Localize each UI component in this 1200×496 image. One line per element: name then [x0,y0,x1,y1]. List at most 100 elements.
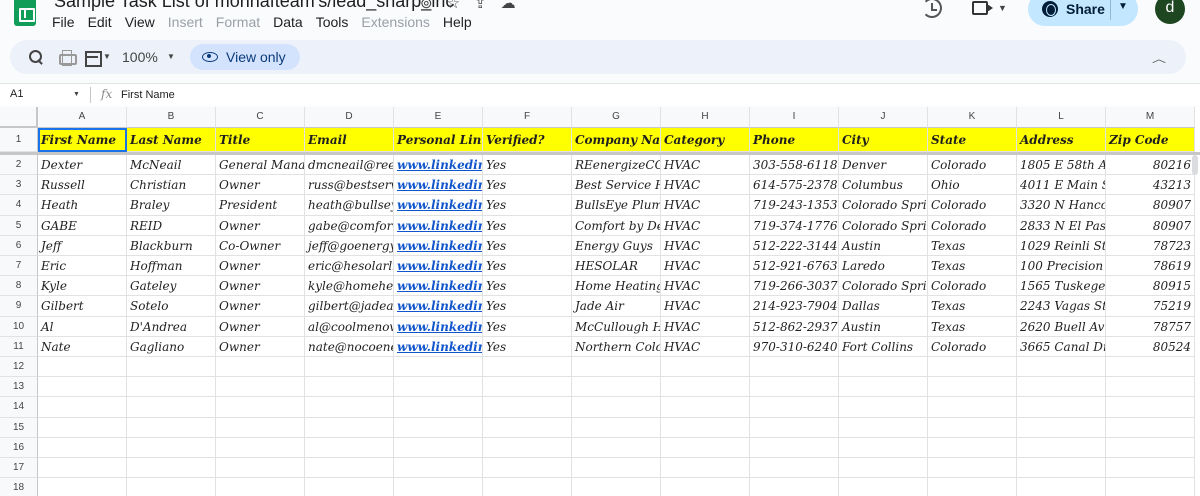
table-cell[interactable]: kyle@homehe [305,276,394,297]
row-header-9[interactable]: 9 [0,296,38,317]
table-cell[interactable]: Colorado [928,195,1017,216]
star-icon[interactable]: ☆ [447,0,460,12]
table-cell[interactable]: dmcneail@ree [305,155,394,176]
table-cell[interactable]: Gateley [127,276,216,297]
menu-item-file[interactable]: File [52,14,82,30]
table-cell[interactable]: Austin [839,235,928,256]
table-cell[interactable]: Eric [38,256,127,277]
empty-cell[interactable] [127,377,216,398]
menu-item-insert[interactable]: Insert [168,14,210,30]
header-cell[interactable]: Verified? [483,128,572,152]
table-cell[interactable]: Owner [216,175,305,196]
formula-input[interactable]: First Name [121,89,175,101]
empty-cell[interactable] [572,437,661,458]
table-cell[interactable]: 719-243-1353 [750,195,839,216]
table-cell[interactable]: Yes [483,175,572,196]
column-header-a[interactable]: A [38,107,127,128]
empty-cell[interactable] [572,377,661,398]
column-header-i[interactable]: I [750,107,839,128]
header-cell[interactable]: Zip Code [1106,128,1195,152]
table-cell[interactable]: 3320 N Hancoc [1017,195,1106,216]
table-cell[interactable]: Braley [127,195,216,216]
header-cell[interactable]: Address [1017,128,1106,152]
table-cell[interactable]: 75219 [1106,296,1195,317]
empty-cell[interactable] [750,357,839,378]
table-cell[interactable]: Best Service H [572,175,661,196]
print-icon[interactable] [58,49,77,66]
empty-cell[interactable] [661,437,750,458]
empty-cell[interactable] [1106,478,1195,496]
empty-cell[interactable] [1106,377,1195,398]
empty-cell[interactable] [750,437,839,458]
empty-cell[interactable] [661,478,750,496]
table-cell[interactable]: Denver [839,155,928,176]
empty-cell[interactable] [305,397,394,418]
empty-cell[interactable] [394,458,483,479]
table-cell[interactable]: 78723 [1106,235,1195,256]
row-header-2[interactable]: 2 [0,155,38,176]
empty-cell[interactable] [750,397,839,418]
table-cell[interactable]: Yes [483,336,572,357]
table-cell[interactable]: President [216,195,305,216]
table-cell[interactable]: www.linkedin. [394,195,483,216]
table-cell[interactable]: eric@hesolarli [305,256,394,277]
header-cell[interactable]: Phone [750,128,839,152]
empty-cell[interactable] [928,397,1017,418]
empty-cell[interactable] [928,478,1017,496]
empty-cell[interactable] [394,417,483,438]
table-cell[interactable]: HESOLAR [572,256,661,277]
table-cell[interactable]: Al [38,316,127,337]
empty-cell[interactable] [394,357,483,378]
empty-cell[interactable] [216,437,305,458]
table-cell[interactable]: Colorado [928,155,1017,176]
menu-item-data[interactable]: Data [273,14,310,30]
empty-cell[interactable] [1106,437,1195,458]
table-cell[interactable]: 512-862-2937 [750,316,839,337]
empty-cell[interactable] [750,478,839,496]
empty-cell[interactable] [1017,397,1106,418]
empty-cell[interactable] [483,458,572,479]
header-cell[interactable]: Title [216,128,305,152]
empty-cell[interactable] [127,437,216,458]
sheets-logo-icon[interactable] [14,0,36,26]
empty-cell[interactable] [1106,417,1195,438]
table-cell[interactable]: Owner [216,336,305,357]
table-cell[interactable]: HVAC [661,175,750,196]
table-cell[interactable]: 1029 Reinli St [1017,235,1106,256]
empty-cell[interactable] [572,357,661,378]
empty-cell[interactable] [394,437,483,458]
view-only-button[interactable]: View only [190,44,300,70]
column-header-l[interactable]: L [1017,107,1106,128]
empty-cell[interactable] [661,397,750,418]
table-cell[interactable]: www.linkedin. [394,155,483,176]
table-cell[interactable]: GABE [38,215,127,236]
row-header-5[interactable]: 5 [0,215,38,236]
column-header-d[interactable]: D [305,107,394,128]
table-cell[interactable]: Yes [483,155,572,176]
empty-cell[interactable] [839,397,928,418]
table-cell[interactable]: 719-374-1776 [750,215,839,236]
empty-cell[interactable] [38,437,127,458]
empty-cell[interactable] [1106,397,1195,418]
menu-item-tools[interactable]: Tools [316,14,356,30]
table-cell[interactable]: HVAC [661,336,750,357]
table-cell[interactable]: 78757 [1106,316,1195,337]
table-cell[interactable]: Owner [216,276,305,297]
freeze-divider[interactable] [0,152,1200,155]
table-cell[interactable]: Hoffman [127,256,216,277]
name-box[interactable]: A1 [10,88,23,100]
empty-cell[interactable] [216,458,305,479]
cloud-status-icon[interactable]: ☁ [501,0,516,12]
table-cell[interactable]: 2620 Buell Ave [1017,316,1106,337]
table-cell[interactable]: Owner [216,256,305,277]
empty-cell[interactable] [305,437,394,458]
table-cell[interactable]: 303-558-6118 [750,155,839,176]
table-cell[interactable]: REID [127,215,216,236]
empty-cell[interactable] [839,478,928,496]
empty-cell[interactable] [839,357,928,378]
header-cell[interactable]: Last Name [127,128,216,152]
table-cell[interactable]: Yes [483,316,572,337]
empty-cell[interactable] [661,458,750,479]
row-header-1[interactable]: 1 [0,128,38,152]
empty-cell[interactable] [305,357,394,378]
